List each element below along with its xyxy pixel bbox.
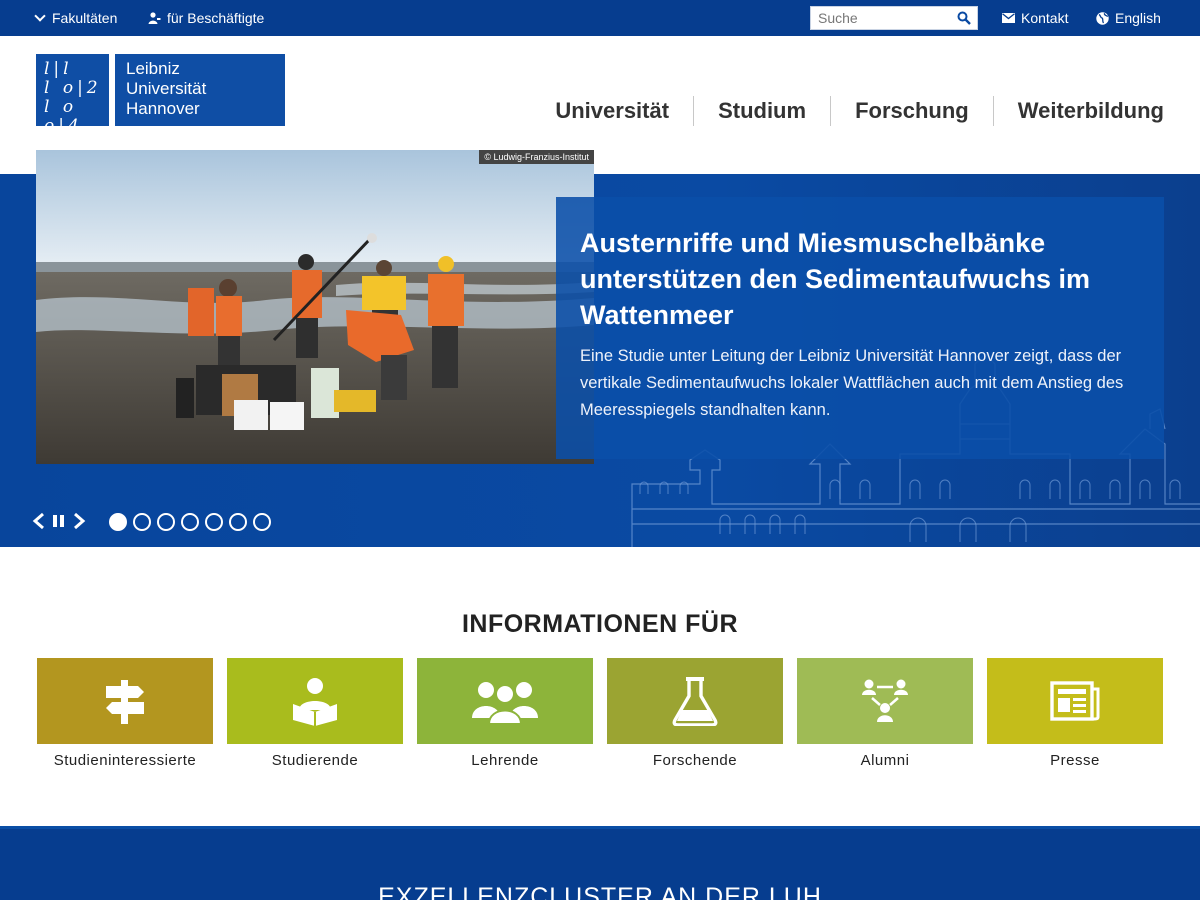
tile-label: Lehrende (471, 752, 539, 769)
logo-line-1: Leibniz (126, 59, 180, 78)
hero-text: Eine Studie unter Leitung der Leibniz Un… (580, 347, 1124, 419)
faculties-link[interactable]: Fakultäten (34, 10, 118, 26)
tile-label: Alumni (860, 752, 910, 769)
logo-mark-line: l o|2 (44, 78, 102, 98)
slide-dots (109, 513, 271, 531)
contact-label: Kontakt (1021, 10, 1069, 26)
slide-dot-4[interactable] (181, 513, 199, 531)
next-slide-icon[interactable] (72, 512, 86, 530)
hero-teaser[interactable]: Austernriffe und Miesmuschelbänke unters… (556, 197, 1164, 459)
nav-item-weiterbildung[interactable]: Weiterbildung (992, 96, 1164, 126)
tile-box (607, 658, 783, 744)
slide-dot-7[interactable] (253, 513, 271, 531)
tile-box (987, 658, 1163, 744)
logo-mark: l|l l o|2 l o o|4 (36, 54, 109, 136)
group-icon (472, 682, 538, 724)
slide-dot-5[interactable] (205, 513, 223, 531)
tile-box (37, 658, 213, 744)
tile-studierende[interactable]: Studierende (227, 658, 403, 769)
slide-dot-6[interactable] (229, 513, 247, 531)
network-icon (862, 679, 908, 722)
tile-studieninteressierte[interactable]: Studieninteressierte (37, 658, 213, 769)
university-logo[interactable]: l|l l o|2 l o o|4 Leibniz Universität Ha… (36, 54, 285, 136)
slider-controls (32, 512, 86, 530)
logo-wordmark: Leibniz Universität Hannover (115, 54, 285, 126)
slide-dot-3[interactable] (157, 513, 175, 531)
logo-line-3: Hannover (126, 99, 200, 118)
hero-title[interactable]: Austernriffe und Miesmuschelbänke unters… (580, 225, 1140, 333)
window-pattern (639, 479, 1181, 542)
nav-item-universitaet[interactable]: Universität (531, 96, 693, 126)
language-label: English (1115, 10, 1161, 26)
flask-icon (672, 677, 718, 726)
audience-tiles: Studieninteressierte Studierende Lehrend… (37, 658, 1163, 769)
tile-label: Studieninteressierte (53, 752, 197, 769)
top-bar: Fakultäten für Beschäftigte Kontakt Engl… (0, 0, 1200, 36)
tile-box (797, 658, 973, 744)
tile-label: Forschende (652, 752, 738, 769)
staff-link[interactable]: für Beschäftigte (148, 10, 264, 26)
chevron-down-icon (34, 10, 46, 22)
search-box (810, 6, 978, 30)
tile-presse[interactable]: Presse (987, 658, 1163, 769)
slide-dot-1[interactable] (109, 513, 127, 531)
hero-photo[interactable]: © Ludwig-Franzius-Institut (36, 150, 594, 464)
excellence-band: EXZELLENZCLUSTER AN DER LUH (0, 826, 1200, 911)
info-section-title: INFORMATIONEN FÜR (461, 610, 739, 638)
photo-credit: © Ludwig-Franzius-Institut (479, 150, 594, 164)
logo-mark-line: l|l (44, 59, 73, 79)
newspaper-icon (1050, 681, 1100, 721)
tile-lehrende[interactable]: Lehrende (417, 658, 593, 769)
logo-mark-line: l o o|4 (44, 97, 83, 136)
slide-dot-2[interactable] (133, 513, 151, 531)
excellence-title: EXZELLENZCLUSTER AN DER LUH (378, 883, 822, 911)
mail-icon (1002, 13, 1015, 23)
contact-link[interactable]: Kontakt (1002, 10, 1068, 26)
mudflat-research-image (36, 150, 594, 464)
globe-icon (1096, 11, 1109, 25)
faculties-label: Fakultäten (52, 10, 118, 26)
search-icon[interactable] (957, 11, 971, 25)
tile-box (227, 658, 403, 744)
previous-slide-icon[interactable] (32, 512, 46, 530)
nav-item-forschung[interactable]: Forschung (830, 96, 993, 126)
main-nav: Universität Studium Forschung Weiterbild… (531, 96, 1164, 126)
search-input[interactable] (811, 7, 951, 29)
tile-label: Presse (1050, 752, 1100, 769)
tile-alumni[interactable]: Alumni (797, 658, 973, 769)
logo-line-2: Universität (126, 79, 207, 98)
staff-label: für Beschäftigte (167, 10, 265, 26)
reader-icon (293, 678, 337, 726)
tile-box (417, 658, 593, 744)
nav-item-studium[interactable]: Studium (693, 96, 830, 126)
staff-icon (148, 11, 161, 24)
tile-label: Studierende (271, 752, 359, 769)
language-link[interactable]: English (1096, 10, 1161, 26)
tile-forschende[interactable]: Forschende (607, 658, 783, 769)
signpost-icon (106, 680, 144, 724)
pause-icon[interactable] (52, 513, 66, 529)
